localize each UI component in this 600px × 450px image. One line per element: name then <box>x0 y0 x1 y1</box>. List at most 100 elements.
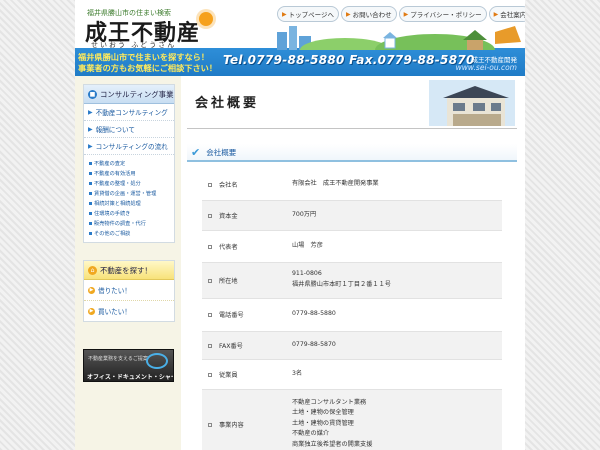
nav-company-label: 会社案内 <box>500 11 525 19</box>
row-value-text: 福井県勝山市本町１丁目２番１１号 <box>292 281 391 288</box>
arrow-icon: ▶ <box>403 10 409 18</box>
logo-kana: せいおう ふどうさん <box>91 41 177 49</box>
row-label: 電話番号 <box>202 298 286 332</box>
row-label-text: 電話番号 <box>219 312 244 319</box>
row-value-text: 商業独立後希望者の開業支援 <box>292 440 373 448</box>
house-photo <box>429 80 515 126</box>
sidebar-subitem[interactable]: 不動産の査定 <box>84 158 174 168</box>
sidebar-item-buy[interactable]: ▶ 買いたい！ <box>84 301 174 321</box>
row-value: 911-0806 福井県勝山市本町１丁目２番１１号 <box>286 262 502 299</box>
sidebar-subitem-label: 販売物件の調査・代行 <box>94 220 146 227</box>
sidebar-item-flow[interactable]: ▶ コンサルティングの流れ <box>84 138 174 155</box>
table-row: 従業員 3名 <box>202 359 502 390</box>
sidebar-subitem[interactable]: 不動産の有効活用 <box>84 168 174 178</box>
row-value: 山場 芳彦 <box>286 230 502 263</box>
square-bullet-icon <box>208 313 212 317</box>
banner-line2: 事業者の方もお気軽にご相談下さい！ <box>78 63 218 73</box>
row-value-text: 0779-88-5880 <box>292 310 336 318</box>
sidebar-item-label: 買いたい！ <box>98 308 131 316</box>
arrow-icon: ▶ <box>346 10 351 18</box>
sidebar-item-label: コンサルティングの流れ <box>95 143 168 151</box>
row-value: 3名 <box>286 359 502 390</box>
sidebar-subitem[interactable]: その他のご相談 <box>84 228 174 238</box>
sidebar-subitem-label: 不動産の有効活用 <box>94 170 136 177</box>
sidebar-subitem[interactable]: 不動産の整理・処分 <box>84 178 174 188</box>
row-label-text: 会社名 <box>219 182 238 190</box>
sidebar-item-label: 不動産コンサルティング <box>95 109 168 117</box>
row-value: 0779-88-5880 <box>286 298 502 332</box>
row-value-text: 土地・建物の保全管理 <box>292 409 354 417</box>
sharp-logo-icon <box>146 353 168 369</box>
section-header: ✔ 会社概要 <box>187 144 517 162</box>
sidebar-item-rent[interactable]: ▶ 借りたい！ <box>84 280 174 301</box>
sidebar-subitem[interactable]: 相続対策と相続処理 <box>84 198 174 208</box>
square-bullet-icon <box>208 372 212 377</box>
row-value: 0779-88-5870 <box>286 331 502 360</box>
sidebar-subitem-label: 不動産の整理・処分 <box>94 180 141 187</box>
banner-text2: オフィス・ドキュメント・シャープ <box>87 374 174 381</box>
sidebar-item-fees[interactable]: ▶ 報酬について <box>84 121 174 138</box>
row-label: 代表者 <box>202 230 286 263</box>
consulting-sub-list: 不動産の査定 不動産の有効活用 不動産の整理・処分 賃貸借の企画・運営・管理 相… <box>84 155 174 242</box>
sidebar-subitem-label: 住環境の手続き <box>94 210 131 217</box>
house-icon: ⌂ <box>88 265 97 275</box>
nav-privacy[interactable]: ▶ プライバシー・ポリシー <box>398 6 487 22</box>
sidebar-subitem[interactable]: 販売物件の調査・代行 <box>84 218 174 228</box>
building-icon: ■ <box>88 89 97 99</box>
square-bullet-icon <box>89 221 92 225</box>
square-bullet-icon <box>208 244 212 249</box>
row-value-text: 不動産の媒介 <box>292 430 330 438</box>
table-row: 電話番号 0779-88-5880 <box>202 298 502 332</box>
check-icon: ✔ <box>191 145 201 159</box>
top-nav: ▶ トップページへ ▶ お問い合わせ ▶ プライバシー・ポリシー ▶ 会社案内 <box>277 6 525 22</box>
nav-company[interactable]: ▶ 会社案内 <box>488 6 525 22</box>
sidebar-subitem-label: その他のご相談 <box>94 230 131 237</box>
row-label-text: 従業員 <box>219 371 238 379</box>
nav-privacy-label: プライバシー・ポリシー <box>410 11 482 19</box>
sidebar-subitem-label: 賃貸借の企画・運営・管理 <box>94 190 157 197</box>
sidebar-subitem[interactable]: 住環境の手続き <box>84 208 174 218</box>
row-value-text: 有限会社 成王不動産開発事業 <box>292 180 379 188</box>
square-bullet-icon <box>208 183 212 188</box>
sidebar-subitem[interactable]: 賃貸借の企画・運営・管理 <box>84 188 174 198</box>
page-title-bar: 会社概要 <box>187 80 517 130</box>
row-label: 資本金 <box>202 200 286 231</box>
row-value-text: 700万円 <box>292 210 317 218</box>
consulting-menu-heading: ■ コンサルティング事業 <box>84 85 174 104</box>
consulting-menu: ■ コンサルティング事業 ▶ 不動産コンサルティング ▶ 報酬について ▶ コンサルテ… <box>83 84 175 243</box>
row-label-text: 所在地 <box>219 277 238 285</box>
main-content: 会社概要 ✔ 会社概要 会社名 有限会社 成王不動産開発事業 資本金 700万円… <box>187 80 517 450</box>
table-row: 資本金 700万円 <box>202 200 502 231</box>
row-value-text: 0779-88-5870 <box>292 340 336 348</box>
arrow-circle-icon: ▶ <box>88 286 95 294</box>
sharp-document-banner[interactable]: 不動産業務を支えるご提案 オフィス・ドキュメント・シャープ <box>83 349 174 382</box>
row-label-text: 事業内容 <box>219 421 244 429</box>
consulting-heading-label: コンサルティング事業 <box>100 89 174 99</box>
row-label: 所在地 <box>202 262 286 299</box>
square-bullet-icon <box>208 422 212 427</box>
row-label-text: 代表者 <box>219 243 238 251</box>
section-title: 会社概要 <box>206 147 237 157</box>
table-row: 事業内容 不動産コンサルタント業務 土地・建物の保全管理 土地・建物の賃貸管理 … <box>202 389 502 450</box>
table-row: 会社名 有限会社 成王不動産開発事業 <box>202 170 502 201</box>
square-bullet-icon <box>208 343 212 348</box>
nav-contact[interactable]: ▶ お問い合わせ <box>341 6 397 22</box>
nav-home[interactable]: ▶ トップページへ <box>277 6 339 22</box>
table-row: FAX番号 0779-88-5870 <box>202 331 502 360</box>
row-value-text: 911-0806 <box>292 270 322 278</box>
arrow-icon: ▶ <box>282 10 287 18</box>
search-menu: ⌂ 不動産を探す！ ▶ 借りたい！ ▶ 買いたい！ <box>83 260 175 322</box>
sidebar: ■ コンサルティング事業 ▶ 不動産コンサルティング ▶ 報酬について ▶ コンサルテ… <box>75 76 181 450</box>
table-row: 所在地 911-0806 福井県勝山市本町１丁目２番１１号 <box>202 262 502 299</box>
company-info-table: 会社名 有限会社 成王不動産開発事業 資本金 700万円 代表者 山場 芳彦 所… <box>202 170 502 450</box>
square-bullet-icon <box>89 171 92 175</box>
sidebar-item-consulting[interactable]: ▶ 不動産コンサルティング <box>84 104 174 121</box>
site-header: 福井県勝山市の住まい検索 成王不動産 せいおう ふどうさん ▶ トップページへ ▶… <box>75 0 525 76</box>
search-menu-heading: ⌂ 不動産を探す！ <box>84 261 174 280</box>
row-value: 不動産コンサルタント業務 土地・建物の保全管理 土地・建物の賃貸管理 不動産の媒… <box>286 389 502 450</box>
arrow-icon: ▶ <box>88 108 93 116</box>
banner-url[interactable]: www.sei-ou.com <box>456 63 517 72</box>
arrow-circle-icon: ▶ <box>88 307 95 315</box>
arrow-icon: ▶ <box>88 142 93 150</box>
page-title: 会社概要 <box>195 96 260 111</box>
